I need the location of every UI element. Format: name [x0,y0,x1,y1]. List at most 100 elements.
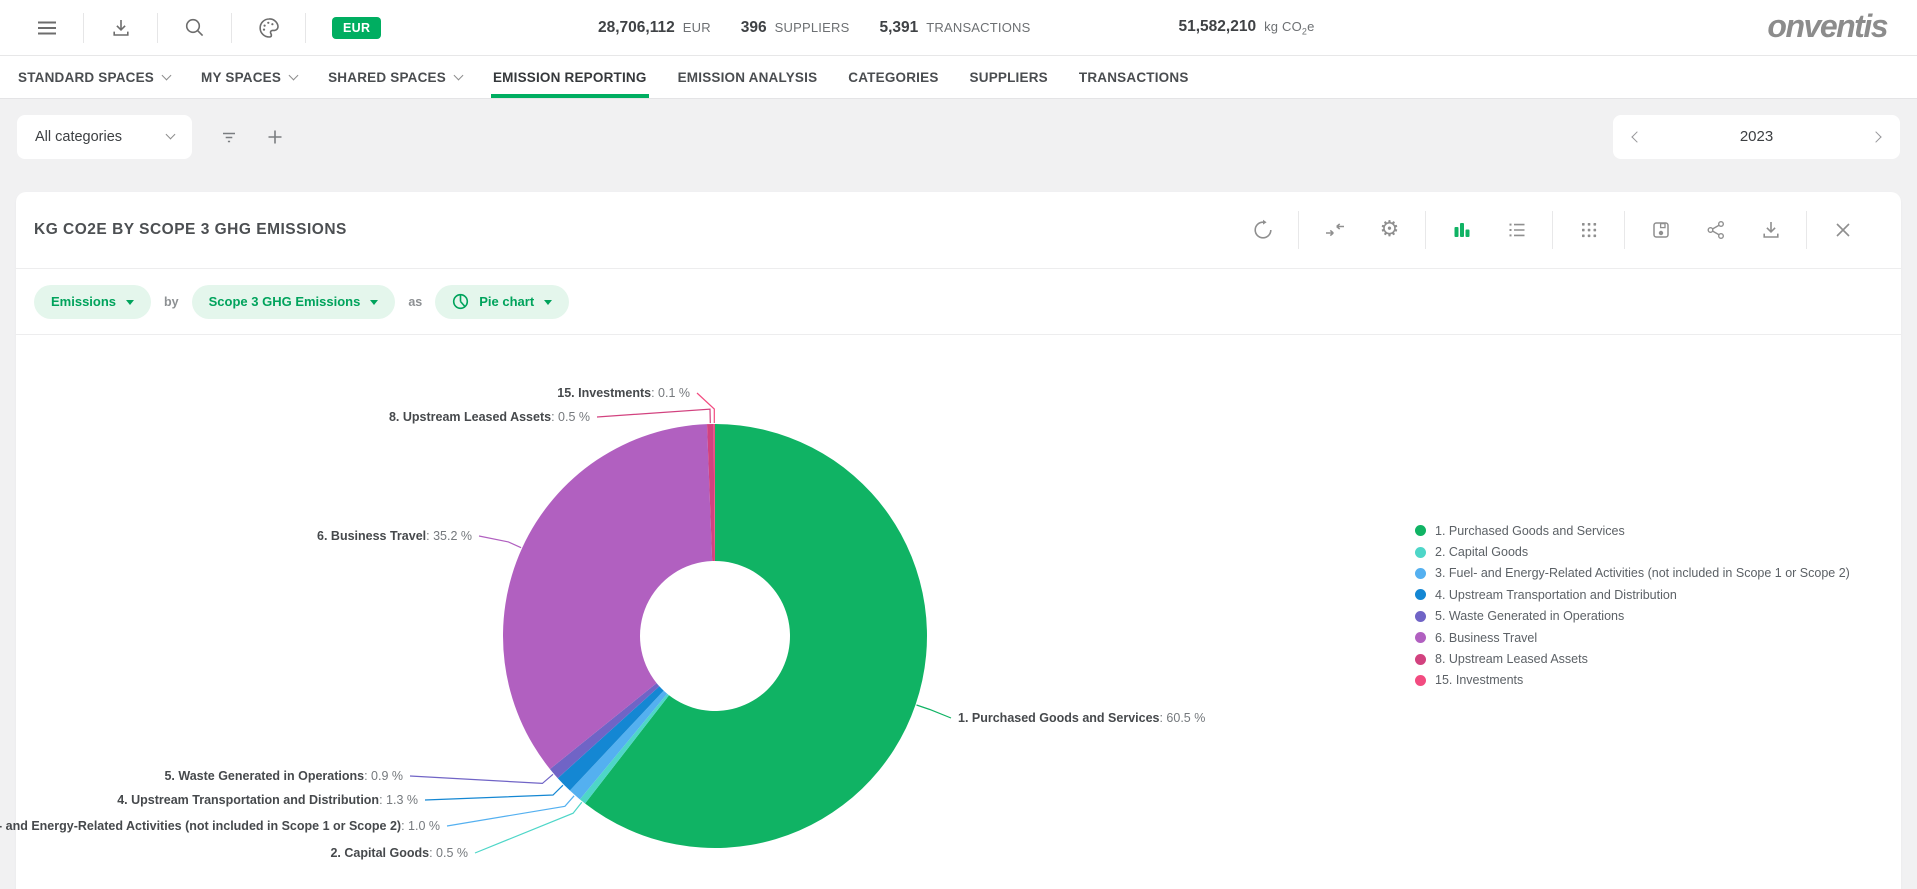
list-view-button[interactable] [1498,211,1535,249]
legend-item[interactable]: 15. Investments [1415,670,1850,691]
filter-icon-button[interactable] [206,115,252,159]
share-icon [1705,219,1727,241]
widget-card: KG CO2E BY SCOPE 3 GHG EMISSIONS ⚙ Emiss… [16,192,1901,889]
stat-value: 51,582,210 [1179,18,1257,36]
download-button[interactable] [1752,211,1789,249]
stat-eur: 28,706,112EUR [598,19,711,37]
tab-my-spaces[interactable]: MY SPACES [201,56,297,98]
stat-value: 28,706,112 [598,19,675,37]
legend-item[interactable]: 6. Business Travel [1415,627,1850,648]
year-label: 2023 [1740,128,1773,145]
leader-line [917,705,952,718]
dimension-chip-label: Scope 3 GHG Emissions [209,294,361,309]
year-selector: 2023 [1613,115,1900,159]
palette-icon-button[interactable] [232,0,305,55]
divider [1552,211,1553,249]
query-builder-row: Emissions by Scope 3 GHG Emissions as Pi… [16,269,1901,335]
slice-label: 8. Upstream Leased Assets: 0.5 % [389,410,590,424]
legend-dot [1415,589,1426,600]
next-year-button[interactable] [1868,129,1884,145]
add-icon-button[interactable] [252,115,298,159]
tab-label: EMISSION ANALYSIS [678,70,818,85]
chart-view-button[interactable] [1443,211,1480,249]
collapse-icon [1324,219,1346,241]
prev-year-button[interactable] [1629,129,1645,145]
grid-view-icon [1579,220,1599,240]
legend-dot [1415,611,1426,622]
measure-chip[interactable]: Emissions [34,285,151,319]
collapse-button[interactable] [1316,211,1353,249]
legend-dot [1415,568,1426,579]
slice-label: 4. Upstream Transportation and Distribut… [117,793,418,807]
leader-line [425,785,563,800]
legend-label: 2. Capital Goods [1435,545,1528,559]
slice-label: 1. Purchased Goods and Services: 60.5 % [958,711,1205,725]
tab-label: SHARED SPACES [328,70,446,85]
tab-emission-reporting[interactable]: EMISSION REPORTING [493,56,647,98]
legend-dot [1415,632,1426,643]
tab-label: CATEGORIES [848,70,938,85]
legend-label: 3. Fuel- and Energy-Related Activities (… [1435,566,1850,580]
menu-icon-button[interactable] [10,0,83,55]
divider [1806,211,1807,249]
category-select-value: All categories [35,129,122,145]
topbar-icon-group [0,0,306,55]
tab-shared-spaces[interactable]: SHARED SPACES [328,56,462,98]
legend-item[interactable]: 3. Fuel- and Energy-Related Activities (… [1415,563,1850,584]
slice-label: 3. Fuel- and Energy-Related Activities (… [0,819,440,833]
chart-type-chip[interactable]: Pie chart [435,285,569,319]
pie-chart-canvas: 1. Purchased Goods and Services 2. Capita… [16,335,1901,889]
divider [1425,211,1426,249]
divider [1624,211,1625,249]
download-icon-button[interactable] [84,0,157,55]
measure-chip-label: Emissions [51,294,116,309]
refresh-button[interactable] [1244,211,1281,249]
widget-toolbar: ⚙ [1235,211,1870,249]
stat-label: kg CO2e [1264,19,1315,37]
legend-item[interactable]: 2. Capital Goods [1415,541,1850,562]
topbar: EUR 28,706,112EUR 396 SUPPLIERS 5,391TRANSA… [0,0,1917,56]
stat-transactions: 5,391TRANSACTIONS [879,19,1030,37]
pie-chart-icon [452,293,469,310]
stat-suppliers: 396 SUPPLIERS [741,19,850,37]
currency-badge[interactable]: EUR [332,17,381,39]
tab-emission-analysis[interactable]: EMISSION ANALYSIS [678,56,818,98]
tab-label: MY SPACES [201,70,281,85]
legend-label: 1. Purchased Goods and Services [1435,524,1625,538]
search-icon-button[interactable] [158,0,231,55]
stat-label: SUPPLIERS [775,20,850,35]
tab-categories[interactable]: CATEGORIES [848,56,938,98]
stat-value: 396 [741,19,767,37]
tab-label: TRANSACTIONS [1079,70,1189,85]
settings-button[interactable]: ⚙ [1371,211,1408,249]
chart-legend: 1. Purchased Goods and Services 2. Capita… [1415,520,1850,691]
kpi-stats: 28,706,112EUR 396 SUPPLIERS 5,391TRANSACTIO… [598,0,1315,55]
chevron-down-icon [126,300,134,305]
divider [305,13,306,43]
grid-view-button[interactable] [1570,211,1607,249]
category-select[interactable]: All categories [17,115,192,159]
dimension-chip[interactable]: Scope 3 GHG Emissions [192,285,396,319]
leader-line [447,796,574,826]
tab-standard-spaces[interactable]: STANDARD SPACES [18,56,170,98]
save-button[interactable] [1642,211,1679,249]
legend-item[interactable]: 8. Upstream Leased Assets [1415,648,1850,669]
chevron-down-icon [289,70,299,80]
filter-bar: All categories 2023 [0,99,1917,174]
legend-item[interactable]: 5. Waste Generated in Operations [1415,606,1850,627]
legend-item[interactable]: 1. Purchased Goods and Services [1415,520,1850,541]
legend-dot [1415,654,1426,665]
divider [1298,211,1299,249]
chart-view-icon [1452,220,1472,240]
legend-item[interactable]: 4. Upstream Transportation and Distribut… [1415,584,1850,605]
chevron-down-icon [544,300,552,305]
close-button[interactable] [1824,211,1861,249]
legend-dot [1415,525,1426,536]
tab-transactions[interactable]: TRANSACTIONS [1079,56,1189,98]
query-connector-as: as [408,295,422,309]
share-button[interactable] [1697,211,1734,249]
tab-suppliers[interactable]: SUPPLIERS [970,56,1048,98]
slice-label: 15. Investments: 0.1 % [557,386,690,400]
legend-label: 8. Upstream Leased Assets [1435,652,1588,666]
download-icon [110,17,132,39]
